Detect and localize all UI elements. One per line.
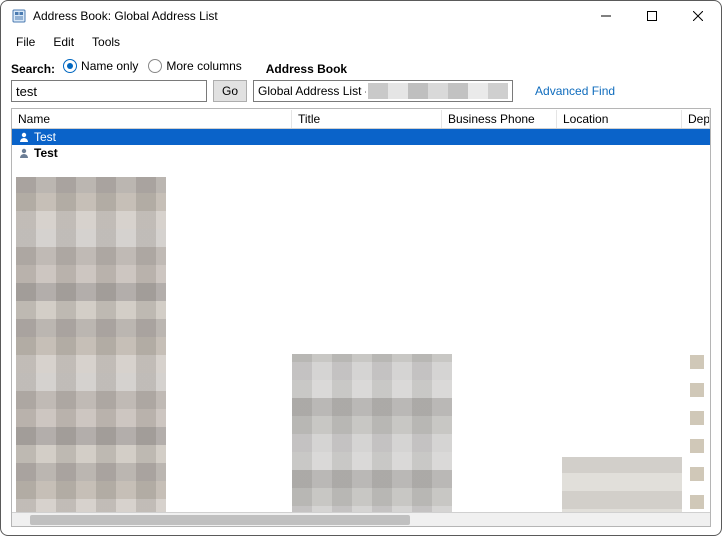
- scrollbar-thumb[interactable]: [30, 515, 410, 525]
- obscured-content: [690, 349, 704, 509]
- address-book-select[interactable]: Global Address List -: [253, 80, 513, 102]
- address-book-icon: [11, 8, 27, 24]
- radio-dot-icon: [148, 59, 162, 73]
- minimize-icon: [601, 11, 611, 21]
- table-header: Name Title Business Phone Location Dep: [12, 109, 710, 129]
- titlebar: Address Book: Global Address List: [1, 1, 721, 31]
- close-icon: [693, 11, 703, 21]
- col-header-title[interactable]: Title: [292, 110, 442, 128]
- minimize-button[interactable]: [583, 1, 629, 31]
- obscured-content: [16, 177, 166, 517]
- table-row[interactable]: Test: [12, 129, 710, 145]
- search-mode-row: Search: Name only More columns Address B…: [11, 59, 711, 76]
- col-header-dept[interactable]: Dep: [682, 110, 710, 128]
- table-body: Test Test: [12, 129, 710, 526]
- menu-tools[interactable]: Tools: [83, 33, 129, 51]
- radio-name-only[interactable]: Name only: [63, 59, 138, 73]
- menubar: File Edit Tools: [1, 31, 721, 53]
- close-button[interactable]: [675, 1, 721, 31]
- maximize-icon: [647, 11, 657, 21]
- radio-more-columns-label: More columns: [166, 59, 241, 73]
- results-table: Name Title Business Phone Location Dep T…: [11, 108, 711, 527]
- window-controls: [583, 1, 721, 31]
- search-mode-group: Name only More columns: [63, 59, 242, 73]
- radio-more-columns[interactable]: More columns: [148, 59, 241, 73]
- contact-icon: [18, 131, 30, 143]
- row-name: Test: [34, 130, 56, 144]
- radio-dot-icon: [63, 59, 77, 73]
- go-button[interactable]: Go: [213, 80, 247, 102]
- col-header-name[interactable]: Name: [12, 110, 292, 128]
- radio-name-only-label: Name only: [81, 59, 138, 73]
- obscured-text: [368, 83, 508, 99]
- menu-edit[interactable]: Edit: [44, 33, 83, 51]
- search-input[interactable]: [11, 80, 207, 102]
- maximize-button[interactable]: [629, 1, 675, 31]
- row-name: Test: [34, 146, 58, 160]
- content-area: Search: Name only More columns Address B…: [1, 53, 721, 535]
- menu-file[interactable]: File: [7, 33, 44, 51]
- table-row[interactable]: Test: [12, 145, 710, 161]
- search-label: Search:: [11, 62, 55, 76]
- search-input-row: Go Global Address List - Advanced Find: [11, 80, 711, 102]
- window-title: Address Book: Global Address List: [33, 9, 583, 23]
- contact-icon: [18, 147, 30, 159]
- address-book-label: Address Book: [266, 62, 347, 76]
- advanced-find-link[interactable]: Advanced Find: [535, 84, 615, 98]
- horizontal-scrollbar[interactable]: [12, 512, 710, 526]
- col-header-location[interactable]: Location: [557, 110, 682, 128]
- address-book-window: Address Book: Global Address List File E…: [0, 0, 722, 536]
- obscured-content: [292, 354, 452, 524]
- address-book-selected-text: Global Address List -: [258, 84, 366, 98]
- col-header-phone[interactable]: Business Phone: [442, 110, 557, 128]
